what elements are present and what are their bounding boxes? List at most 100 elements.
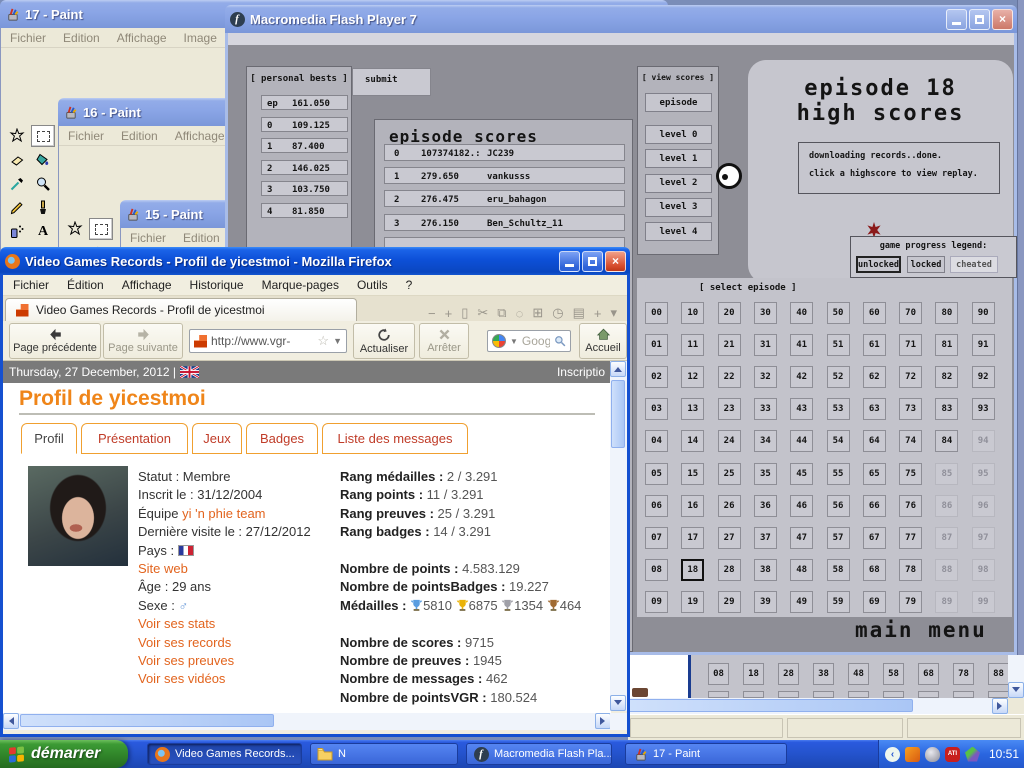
episode-cell-69[interactable]: 69 (863, 591, 886, 613)
info-link[interactable]: yi 'n phie team (182, 506, 265, 521)
episode-cell-35[interactable]: 35 (754, 463, 777, 485)
profile-tab-2[interactable]: Jeux (192, 423, 242, 454)
menu-item-?[interactable]: ? (406, 278, 413, 292)
scroll-right-button[interactable] (595, 713, 611, 729)
personal-best-row[interactable]: 481.850 (261, 203, 348, 218)
episode-cell-16[interactable]: 16 (681, 495, 704, 517)
episode-cell-57[interactable]: 57 (827, 527, 850, 549)
menu-item-edition[interactable]: Edition (183, 231, 220, 245)
episode-cell-90[interactable]: 90 (972, 302, 995, 324)
episode-cell-89[interactable]: 89 (935, 591, 958, 613)
scroll-down-button[interactable] (610, 695, 626, 711)
episode-cell-18[interactable]: 18 (743, 663, 764, 685)
episode-cell-46[interactable]: 46 (790, 495, 813, 517)
stop-button[interactable]: Arrêter (419, 323, 469, 359)
episode-cell-50[interactable]: 50 (827, 302, 850, 324)
episode-cell-61[interactable]: 61 (863, 334, 886, 356)
submit-tab[interactable]: submit (352, 68, 431, 96)
personal-best-row[interactable]: 2146.025 (261, 160, 348, 175)
episode-cell-76[interactable]: 76 (899, 495, 922, 517)
clock[interactable]: 10:51 (989, 747, 1019, 761)
plus-icon[interactable]: + (445, 306, 453, 321)
view-episode-button[interactable]: episode (645, 93, 712, 112)
hide-notifications-icon[interactable]: ‹ (885, 747, 900, 762)
menu-item-edition[interactable]: Edition (121, 129, 158, 143)
episode-cell-66[interactable]: 66 (863, 495, 886, 517)
episode-cell-22[interactable]: 22 (718, 366, 741, 388)
address-bar[interactable]: http://www.vgr- ☆ ▼ (189, 329, 347, 353)
menu-item-fichier[interactable]: Fichier (130, 231, 166, 245)
episode-cell-88[interactable]: 88 (988, 663, 1008, 685)
episode-cell-71[interactable]: 71 (899, 334, 922, 356)
personal-best-row[interactable]: 0109.125 (261, 117, 348, 132)
episode-cell-02[interactable]: 02 (645, 366, 668, 388)
episode-cell-37[interactable]: 37 (754, 527, 777, 549)
airbrush-tool[interactable] (5, 221, 29, 243)
episode-cell-80[interactable]: 80 (935, 302, 958, 324)
menu-item-fichier[interactable]: Fichier (68, 129, 104, 143)
episode-cell-97[interactable]: 97 (972, 527, 995, 549)
episode-cell-26[interactable]: 26 (718, 495, 741, 517)
episode-cell-62[interactable]: 62 (863, 366, 886, 388)
episode-cell-86[interactable]: 86 (935, 495, 958, 517)
back-button[interactable]: Page précédente (9, 323, 101, 359)
legend-unlocked-button[interactable]: unlocked (856, 256, 901, 273)
episode-cell-96[interactable]: 96 (972, 495, 995, 517)
legend-locked-button[interactable]: locked (907, 256, 945, 273)
episode-cell-48[interactable]: 48 (848, 663, 869, 685)
episode-cell-94[interactable]: 94 (972, 430, 995, 452)
episode-score-row[interactable]: 0107374182.:JC239 (384, 144, 625, 161)
episode-cell-55[interactable]: 55 (827, 463, 850, 485)
episode-cell-42[interactable]: 42 (790, 366, 813, 388)
episode-cell-93[interactable]: 93 (972, 398, 995, 420)
episode-cell-78[interactable]: 78 (899, 559, 922, 581)
level-button-1[interactable]: level 1 (645, 149, 712, 168)
episode-cell-34[interactable]: 34 (754, 430, 777, 452)
episode-cell-78[interactable]: 78 (953, 663, 974, 685)
level-button-3[interactable]: level 3 (645, 198, 712, 217)
episode-cell-39[interactable]: 39 (754, 591, 777, 613)
episode-score-row[interactable]: 1279.650vankusss (384, 167, 625, 184)
episode-cell-51[interactable]: 51 (827, 334, 850, 356)
taskbar-button-3[interactable]: 17 - Paint (625, 743, 787, 765)
scrollbar-thumb[interactable] (628, 699, 913, 712)
print-icon[interactable]: ▤ (573, 305, 585, 321)
menu-item-affichage[interactable]: Affichage (175, 129, 225, 143)
episode-cell-38[interactable]: 38 (754, 559, 777, 581)
episode-cell-36[interactable]: 36 (754, 495, 777, 517)
episode-cell-58[interactable]: 58 (883, 663, 904, 685)
episode-cell-75[interactable]: 75 (899, 463, 922, 485)
menu-item-outils[interactable]: Outils (357, 278, 388, 292)
episode-cell-23[interactable]: 23 (718, 398, 741, 420)
episode-cell-01[interactable]: 01 (645, 334, 668, 356)
eraser-tool[interactable] (5, 149, 29, 171)
episode-cell-68[interactable]: 68 (863, 559, 886, 581)
episode-cell-77[interactable]: 77 (899, 527, 922, 549)
level-button-2[interactable]: level 2 (645, 174, 712, 193)
personal-best-row[interactable]: 3103.750 (261, 181, 348, 196)
legend-cheated-button[interactable]: cheated (950, 256, 998, 273)
bookmark-star-icon[interactable]: ☆ (317, 333, 329, 349)
episode-cell-09[interactable]: 09 (645, 591, 668, 613)
episode-cell-63[interactable]: 63 (863, 398, 886, 420)
episode-cell-72[interactable]: 72 (899, 366, 922, 388)
profile-tab-3[interactable]: Badges (246, 423, 318, 454)
menu-item-edition[interactable]: Edition (63, 31, 100, 45)
menu-item-fichier[interactable]: Fichier (10, 31, 46, 45)
horizontal-scrollbar[interactable] (3, 713, 611, 730)
add-icon[interactable]: + (594, 306, 602, 321)
menu-item-marque-pages[interactable]: Marque-pages (262, 278, 339, 292)
episode-cell-82[interactable]: 82 (935, 366, 958, 388)
eyedropper-tool[interactable] (5, 173, 29, 195)
select-tool[interactable] (31, 125, 55, 147)
close-button[interactable]: × (605, 251, 626, 272)
episode-cell-08[interactable]: 08 (708, 663, 729, 685)
inscription-text[interactable]: Inscriptio (557, 365, 605, 379)
episode-cell-68[interactable]: 68 (918, 663, 939, 685)
episode-cell-88[interactable]: 88 (935, 559, 958, 581)
episode-cell-79[interactable]: 79 (899, 591, 922, 613)
episode-cell-25[interactable]: 25 (718, 463, 741, 485)
episode-cell-91[interactable]: 91 (972, 334, 995, 356)
mouse-settings-icon[interactable] (925, 747, 940, 762)
menu-item-fichier[interactable]: Fichier (13, 278, 49, 292)
